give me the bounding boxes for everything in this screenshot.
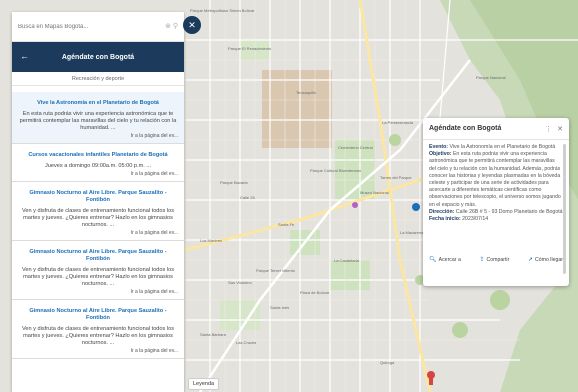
item-desc: Ven y disfruta de clases de entrenamient… <box>21 267 175 287</box>
item-title[interactable]: Gimnasio Nocturno al Aire Libre. Parque … <box>18 308 178 322</box>
item-title[interactable]: Vive la Astronomía en el Planetario de B… <box>18 100 178 107</box>
item-link[interactable]: Ir a la página del ev... <box>18 133 178 139</box>
map-label: Parque Nacional <box>476 75 506 80</box>
map-label: Parque El Renacimiento <box>228 46 272 51</box>
search-bar: ⊗ ⚲ <box>12 12 184 42</box>
list-item[interactable]: Cursos vacacionales infantiles Planetari… <box>12 144 184 182</box>
directions-button[interactable]: ➚ Cómo llegar <box>527 256 563 264</box>
more-options-icon[interactable]: ⋮ <box>545 125 552 133</box>
direccion-label: Dirección: <box>429 208 455 215</box>
item-desc: Jueves a domingo 09:00a.m. 05:00 p.m. ..… <box>44 163 152 169</box>
panel-header: ← Agéndate con Bogotá <box>12 42 184 72</box>
list-item[interactable]: Gimnasio Nocturno al Aire Libre. Parque … <box>12 182 184 241</box>
directions-label: Cómo llegar <box>535 256 563 263</box>
map-label: Las Cruces <box>236 340 257 345</box>
map-label: La Macarena <box>400 230 424 235</box>
close-popup-icon[interactable]: ✕ <box>557 125 563 133</box>
legend-button[interactable]: Leyenda <box>188 378 220 390</box>
evento-value: Vive la Astronomía en el Planetario de B… <box>449 144 556 150</box>
map-label: Torres del Parque <box>380 175 412 180</box>
item-title[interactable]: Cursos vacacionales infantiles Planetari… <box>18 152 178 159</box>
map-label: Parque Bavaria <box>220 180 248 185</box>
popup-header: Agéndate con Bogotá ⋮ ✕ <box>423 118 569 140</box>
map-label: San Victorino <box>228 280 252 285</box>
map-label: Los Mártires <box>200 238 223 243</box>
item-link[interactable]: Ir a la página del ev... <box>18 289 178 295</box>
popup-title: Agéndate con Bogotá <box>429 125 502 132</box>
map-label: Cementerio Central <box>338 145 373 150</box>
map-label: Parque Metropolitano Simón Bolívar <box>190 8 255 13</box>
map-label: Calle 26 <box>240 195 255 200</box>
map-label: Teusaquillo <box>296 90 317 95</box>
map-label: La Perseverancia <box>382 120 414 125</box>
info-popup: Agéndate con Bogotá ⋮ ✕ Evento: Vive la … <box>423 118 569 286</box>
zoom-label: Acercar a <box>438 256 461 263</box>
map-label: Santa Bárbara <box>200 332 226 337</box>
item-link[interactable]: Ir a la página del ev... <box>18 171 178 177</box>
list-item[interactable]: Gimnasio Nocturno al Aire Libre. Parque … <box>12 300 184 359</box>
back-arrow-icon[interactable]: ← <box>20 51 29 61</box>
list-item[interactable]: Gimnasio Nocturno al Aire Libre. Parque … <box>12 241 184 300</box>
map-label: La Candelaria <box>334 258 359 263</box>
popup-scrollbar[interactable] <box>563 144 566 274</box>
map-label: Parque Cultural Bicentenario <box>310 168 362 173</box>
objetivo-label: Objetivo: <box>429 151 452 158</box>
fecha-value: 2023/07/14 <box>462 216 489 223</box>
item-title[interactable]: Gimnasio Nocturno al Aire Libre. Parque … <box>18 190 178 204</box>
share-icon: ⇪ <box>479 257 485 263</box>
search-input[interactable] <box>18 23 148 30</box>
map-label: Santa Fe <box>278 222 295 227</box>
item-title[interactable]: Gimnasio Nocturno al Aire Libre. Parque … <box>18 249 178 263</box>
share-button[interactable]: ⇪ Compartir <box>479 256 510 264</box>
panel-title: Agéndate con Bogotá <box>61 53 135 61</box>
map-label: Museo Nacional <box>360 190 389 195</box>
direccion-value: Calle 26B # 5 - 93 Domo Planetario de Bo… <box>455 208 563 215</box>
item-link[interactable]: Ir a la página del ev... <box>18 230 178 236</box>
map-label: Quiroga <box>380 360 395 365</box>
map-label: Santa Inés <box>270 305 290 310</box>
results-panel: ⊗ ⚲ ← Agéndate con Bogotá Recreación y d… <box>12 12 184 392</box>
list-item[interactable]: Vive la Astronomía en el Planetario de B… <box>12 92 184 144</box>
event-list: Vive la Astronomía en el Planetario de B… <box>12 92 184 359</box>
zoom-to-button[interactable]: 🔍︎ Acercar a <box>429 256 461 264</box>
item-link[interactable]: Ir a la página del ev... <box>18 348 178 354</box>
objetivo-value: En esta ruta podrás vivir una experienci… <box>429 151 561 208</box>
directions-icon: ➚ <box>527 257 534 263</box>
fecha-label: Fecha inicio: <box>429 216 461 223</box>
share-label: Compartir <box>486 256 510 263</box>
map-label: Parque Tercer Milenio <box>256 268 295 273</box>
item-desc: Ven y disfruta de clases de entrenamient… <box>21 208 175 228</box>
popup-body: Evento: Vive la Astronomía en el Planeta… <box>423 140 569 252</box>
item-desc: Ven y disfruta de clases de entrenamient… <box>21 326 175 346</box>
close-panel-button[interactable]: ✕ <box>183 16 201 34</box>
evento-label: Evento: <box>429 144 449 150</box>
close-icon: ✕ <box>188 19 196 30</box>
map-label: Plaza de Bolívar <box>300 290 330 295</box>
category-label: Recreación y deporte <box>12 72 184 86</box>
popup-actions: 🔍︎ Acercar a ⇪ Compartir ➚ Cómo llegar <box>423 252 569 267</box>
zoom-icon: 🔍︎ <box>429 257 437 263</box>
item-desc: En esta ruta podrás vivir una experienci… <box>19 111 177 131</box>
search-icon[interactable]: ⊗ ⚲ <box>165 22 178 30</box>
